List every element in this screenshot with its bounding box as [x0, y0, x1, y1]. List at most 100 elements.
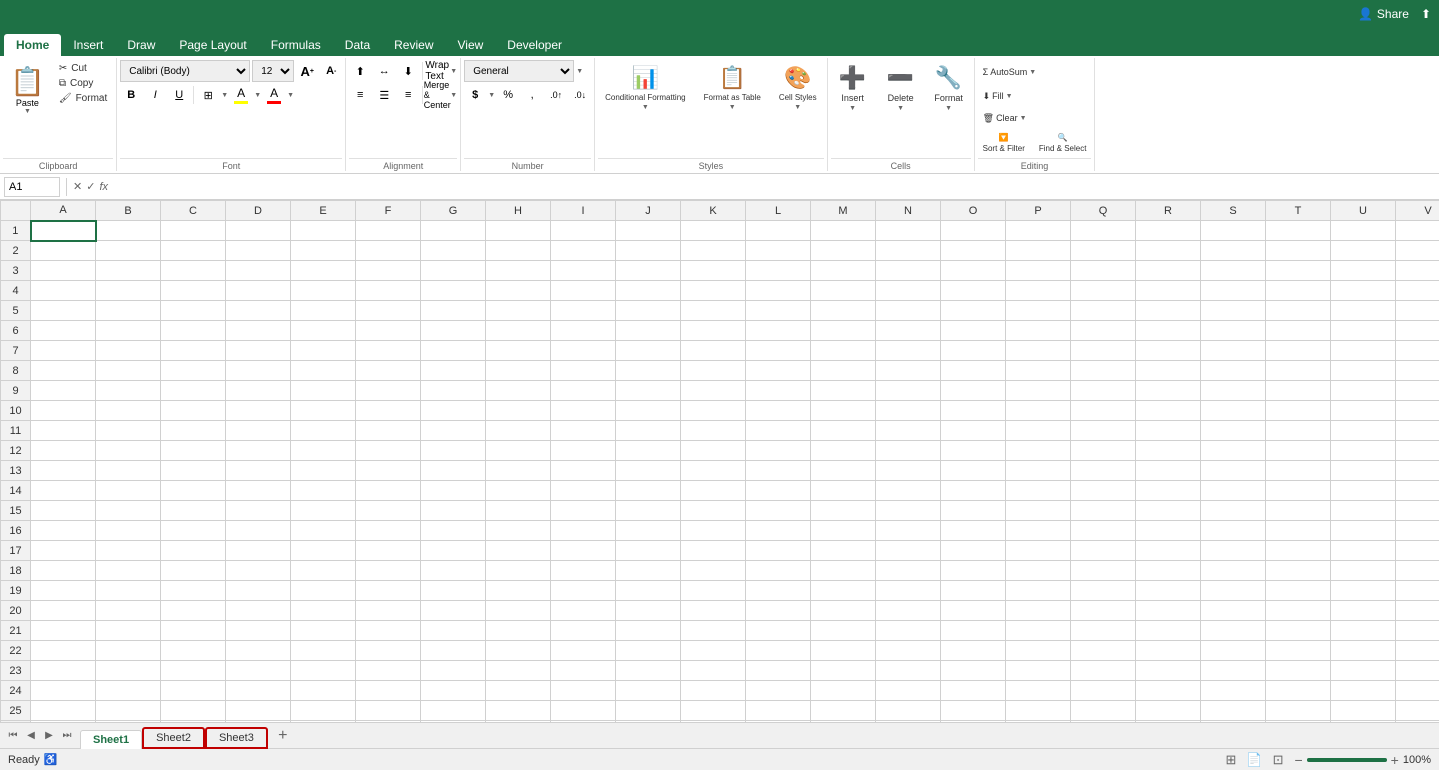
cell-N18[interactable] — [876, 561, 941, 581]
add-sheet-button[interactable]: + — [272, 725, 294, 747]
tab-view[interactable]: View — [446, 34, 496, 56]
cell-S26[interactable] — [1201, 721, 1266, 723]
cell-M1[interactable] — [811, 221, 876, 241]
col-header-P[interactable]: P — [1006, 201, 1071, 221]
cell-P14[interactable] — [1006, 481, 1071, 501]
cell-B26[interactable] — [96, 721, 161, 723]
cell-G9[interactable] — [421, 381, 486, 401]
cell-O22[interactable] — [941, 641, 1006, 661]
format-as-table-dropdown-icon[interactable]: ▼ — [729, 104, 736, 111]
cell-L8[interactable] — [746, 361, 811, 381]
cell-E7[interactable] — [291, 341, 356, 361]
cell-C18[interactable] — [161, 561, 226, 581]
cell-Q18[interactable] — [1071, 561, 1136, 581]
cell-B9[interactable] — [96, 381, 161, 401]
cell-S17[interactable] — [1201, 541, 1266, 561]
cell-C3[interactable] — [161, 261, 226, 281]
sheet-nav-prev[interactable]: ◀ — [22, 727, 40, 745]
cell-N7[interactable] — [876, 341, 941, 361]
cell-N14[interactable] — [876, 481, 941, 501]
cell-I12[interactable] — [551, 441, 616, 461]
cell-N24[interactable] — [876, 681, 941, 701]
cell-B8[interactable] — [96, 361, 161, 381]
cell-M4[interactable] — [811, 281, 876, 301]
cell-L14[interactable] — [746, 481, 811, 501]
autosum-dropdown-icon[interactable]: ▼ — [1029, 69, 1036, 76]
cell-R23[interactable] — [1136, 661, 1201, 681]
cell-C19[interactable] — [161, 581, 226, 601]
tab-insert[interactable]: Insert — [61, 34, 115, 56]
cell-A16[interactable] — [31, 521, 96, 541]
cell-S12[interactable] — [1201, 441, 1266, 461]
cell-T3[interactable] — [1266, 261, 1331, 281]
cell-O1[interactable] — [941, 221, 1006, 241]
cell-Q19[interactable] — [1071, 581, 1136, 601]
cell-K26[interactable] — [681, 721, 746, 723]
cell-M22[interactable] — [811, 641, 876, 661]
cell-N2[interactable] — [876, 241, 941, 261]
cell-F21[interactable] — [356, 621, 421, 641]
cell-K7[interactable] — [681, 341, 746, 361]
cell-M23[interactable] — [811, 661, 876, 681]
cell-I1[interactable] — [551, 221, 616, 241]
conditional-formatting-dropdown-icon[interactable]: ▼ — [642, 104, 649, 111]
cell-B3[interactable] — [96, 261, 161, 281]
share-button[interactable]: 👤 Share ⬆ — [1358, 7, 1431, 21]
cell-T17[interactable] — [1266, 541, 1331, 561]
sheet-nav-first[interactable]: ⏮ — [4, 727, 22, 745]
cell-Q1[interactable] — [1071, 221, 1136, 241]
cell-M24[interactable] — [811, 681, 876, 701]
cell-V3[interactable] — [1396, 261, 1439, 281]
cell-J25[interactable] — [616, 701, 681, 721]
cell-U10[interactable] — [1331, 401, 1396, 421]
cell-V2[interactable] — [1396, 241, 1439, 261]
cell-O3[interactable] — [941, 261, 1006, 281]
cell-V25[interactable] — [1396, 701, 1439, 721]
cell-styles-button[interactable]: 🎨 Cell Styles ▼ — [772, 60, 824, 116]
cell-H22[interactable] — [486, 641, 551, 661]
cell-U9[interactable] — [1331, 381, 1396, 401]
cell-S5[interactable] — [1201, 301, 1266, 321]
cell-M2[interactable] — [811, 241, 876, 261]
cell-C17[interactable] — [161, 541, 226, 561]
cell-T5[interactable] — [1266, 301, 1331, 321]
cell-D13[interactable] — [226, 461, 291, 481]
cell-G7[interactable] — [421, 341, 486, 361]
cell-N25[interactable] — [876, 701, 941, 721]
cell-R16[interactable] — [1136, 521, 1201, 541]
format-cells-button[interactable]: 🔧 Format ▼ — [927, 60, 971, 117]
cell-L3[interactable] — [746, 261, 811, 281]
cell-A17[interactable] — [31, 541, 96, 561]
cell-I22[interactable] — [551, 641, 616, 661]
cell-A12[interactable] — [31, 441, 96, 461]
cell-B19[interactable] — [96, 581, 161, 601]
cell-P4[interactable] — [1006, 281, 1071, 301]
cell-M13[interactable] — [811, 461, 876, 481]
cell-H26[interactable] — [486, 721, 551, 723]
cell-G8[interactable] — [421, 361, 486, 381]
row-header-4[interactable]: 4 — [1, 281, 31, 301]
cell-U14[interactable] — [1331, 481, 1396, 501]
cell-G19[interactable] — [421, 581, 486, 601]
cell-A9[interactable] — [31, 381, 96, 401]
align-left-button[interactable]: ≡ — [349, 84, 371, 106]
cell-A15[interactable] — [31, 501, 96, 521]
cell-U12[interactable] — [1331, 441, 1396, 461]
row-header-13[interactable]: 13 — [1, 461, 31, 481]
cell-J12[interactable] — [616, 441, 681, 461]
cell-S3[interactable] — [1201, 261, 1266, 281]
formula-input[interactable] — [112, 181, 1435, 193]
cell-B17[interactable] — [96, 541, 161, 561]
cell-B2[interactable] — [96, 241, 161, 261]
cell-H14[interactable] — [486, 481, 551, 501]
cell-J21[interactable] — [616, 621, 681, 641]
cell-J20[interactable] — [616, 601, 681, 621]
comma-button[interactable]: , — [521, 84, 543, 106]
cell-M9[interactable] — [811, 381, 876, 401]
cell-L23[interactable] — [746, 661, 811, 681]
row-header-1[interactable]: 1 — [1, 221, 31, 241]
cell-O9[interactable] — [941, 381, 1006, 401]
cell-J11[interactable] — [616, 421, 681, 441]
cell-E12[interactable] — [291, 441, 356, 461]
cell-K18[interactable] — [681, 561, 746, 581]
